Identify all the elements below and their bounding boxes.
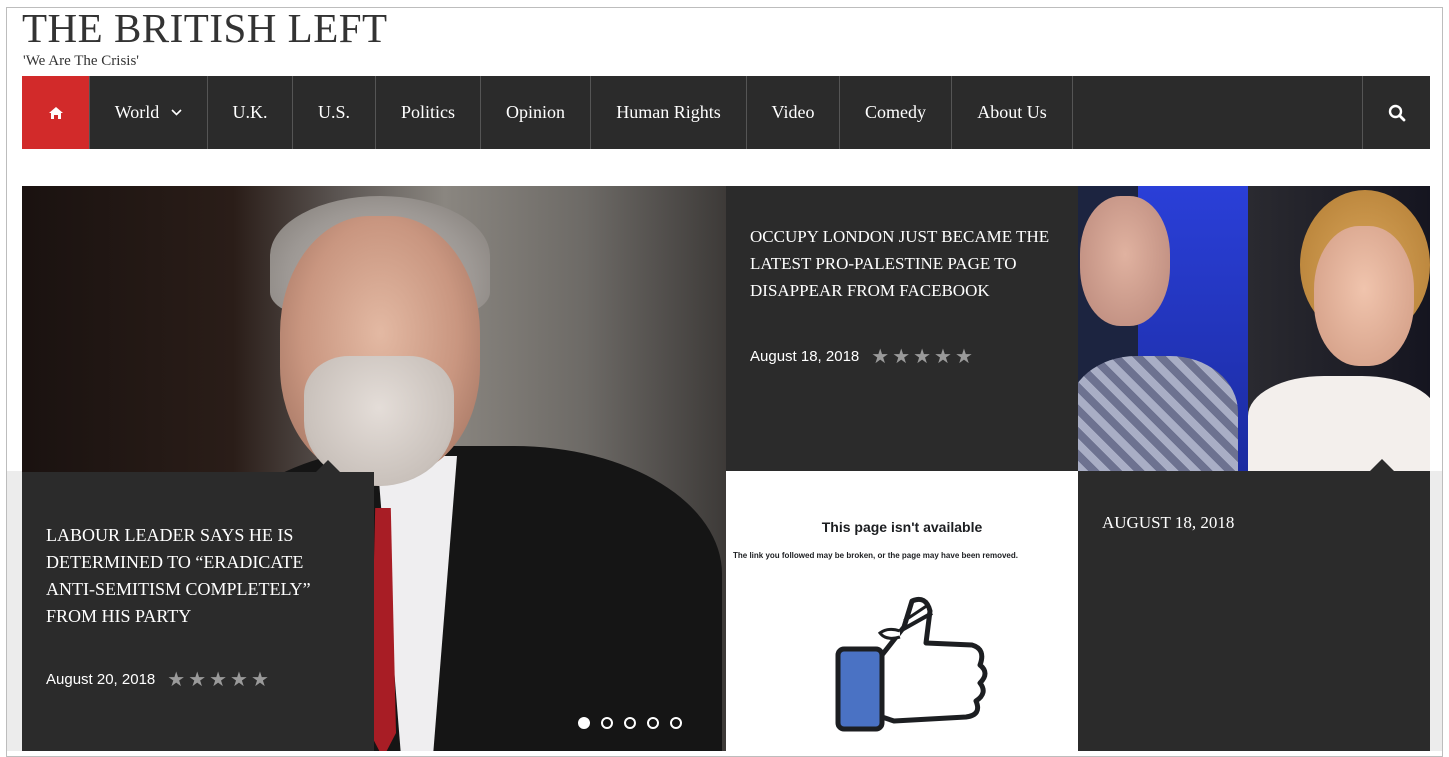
nav-item-opinion[interactable]: Opinion xyxy=(481,76,591,149)
slider-dot-4[interactable] xyxy=(647,717,659,729)
search-icon xyxy=(1388,104,1405,121)
main-slide-date: August 20, 2018 xyxy=(46,670,156,688)
interview-photo[interactable] xyxy=(1078,186,1430,471)
bottom-right-card-date: AUGUST 18, 2018 xyxy=(1102,513,1235,532)
site-title[interactable]: THE BRITISH LEFT xyxy=(22,8,388,49)
nav-item-label: Video xyxy=(771,102,815,122)
photo-woman-top xyxy=(1248,376,1430,471)
occupy-card: OCCUPY LONDON JUST BECAME THE LATEST PRO… xyxy=(726,186,1078,486)
nav-item-us[interactable]: U.S. xyxy=(293,76,376,149)
home-icon xyxy=(48,106,63,119)
search-button[interactable] xyxy=(1362,76,1430,149)
nav-item-label: Human Rights xyxy=(616,102,721,122)
slider-dots xyxy=(578,717,682,729)
slider-dot-2[interactable] xyxy=(601,717,613,729)
photo-man-face xyxy=(1080,196,1170,326)
nav-item-about-us[interactable]: About Us xyxy=(952,76,1073,149)
occupy-card-date: August 18, 2018 xyxy=(750,347,860,365)
nav-item-label: U.K. xyxy=(232,102,268,122)
caption-notch xyxy=(316,460,340,472)
nav-item-label: Comedy xyxy=(865,102,926,122)
chevron-down-icon xyxy=(171,105,182,120)
main-navbar: World U.K. U.S. Politics Opinion Human R… xyxy=(22,76,1430,149)
slider-dot-3[interactable] xyxy=(624,717,636,729)
nav-item-label: Opinion xyxy=(505,102,565,122)
nav-item-label: Politics xyxy=(400,102,455,122)
nav-item-world[interactable]: World xyxy=(89,76,208,149)
nav-item-human-rights[interactable]: Human Rights xyxy=(591,76,747,149)
site-tagline: 'We Are The Crisis' xyxy=(23,53,139,69)
main-slide-headline[interactable]: LABOUR LEADER SAYS HE IS DETERMINED TO “… xyxy=(46,522,346,630)
bottom-right-card: AUGUST 18, 2018 xyxy=(1078,459,1430,751)
rating-stars: ★★★★★ xyxy=(167,667,272,691)
main-slide-caption: LABOUR LEADER SAYS HE IS DETERMINED TO “… xyxy=(22,460,374,751)
occupy-card-headline[interactable]: OCCUPY LONDON JUST BECAME THE LATEST PRO… xyxy=(750,223,1060,304)
nav-home-button[interactable] xyxy=(22,76,89,149)
photo-woman-face xyxy=(1314,226,1414,366)
nav-item-uk[interactable]: U.K. xyxy=(208,76,293,149)
nav-item-label: World xyxy=(114,102,160,122)
facebook-unavailable-image[interactable]: This page isn't available The link you f… xyxy=(726,471,1078,751)
fb-unavailable-title: This page isn't available xyxy=(821,519,983,535)
nav-item-label: About Us xyxy=(977,102,1047,122)
nav-item-label: U.S. xyxy=(317,102,350,122)
nav-item-video[interactable]: Video xyxy=(747,76,840,149)
slider-dot-1[interactable] xyxy=(578,717,590,729)
card-notch xyxy=(1370,459,1394,471)
rating-stars: ★★★★★ xyxy=(871,344,976,368)
nav-item-politics[interactable]: Politics xyxy=(376,76,481,149)
photo-man-shirt xyxy=(1078,356,1238,471)
bandaged-thumb-icon xyxy=(835,596,988,732)
nav-item-comedy[interactable]: Comedy xyxy=(840,76,952,149)
occupy-card-meta: August 18, 2018 ★★★★★ xyxy=(750,344,976,368)
fb-unavailable-subtitle: The link you followed may be broken, or … xyxy=(733,551,1018,560)
slider-dot-5[interactable] xyxy=(670,717,682,729)
main-slide-meta: August 20, 2018 ★★★★★ xyxy=(46,667,272,691)
